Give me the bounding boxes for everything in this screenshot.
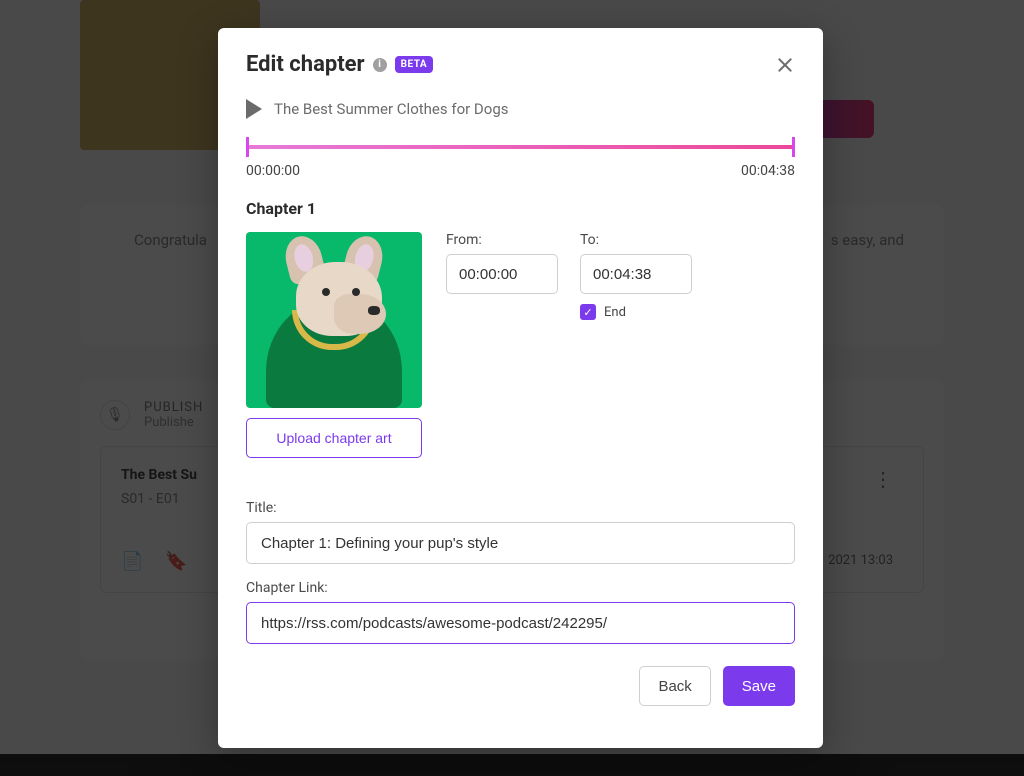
modal-title: Edit chapter: [246, 52, 365, 77]
end-label: End: [604, 305, 626, 320]
info-icon[interactable]: i: [373, 58, 387, 72]
chapter-link-input[interactable]: [246, 602, 795, 644]
edit-chapter-modal: Edit chapter i BETA The Best Summer Clot…: [218, 28, 823, 748]
close-icon[interactable]: [775, 55, 795, 75]
chapter-art-preview: [246, 232, 422, 408]
back-button[interactable]: Back: [639, 666, 710, 706]
upload-chapter-art-button[interactable]: Upload chapter art: [246, 418, 422, 458]
timeline-end: 00:04:38: [741, 163, 795, 179]
track-title: The Best Summer Clothes for Dogs: [274, 100, 509, 118]
beta-badge: BETA: [395, 56, 434, 73]
chapter-link-label: Chapter Link:: [246, 580, 795, 596]
timeline-start: 00:00:00: [246, 163, 300, 179]
to-label: To:: [580, 232, 692, 248]
end-checkbox[interactable]: ✓: [580, 304, 596, 320]
play-icon[interactable]: [246, 99, 262, 119]
timeline-scrubber[interactable]: [246, 137, 795, 157]
from-input[interactable]: [446, 254, 558, 294]
chapter-heading: Chapter 1: [246, 199, 795, 218]
save-button[interactable]: Save: [723, 666, 795, 706]
to-input[interactable]: [580, 254, 692, 294]
title-label: Title:: [246, 500, 795, 516]
from-label: From:: [446, 232, 558, 248]
chapter-title-input[interactable]: [246, 522, 795, 564]
